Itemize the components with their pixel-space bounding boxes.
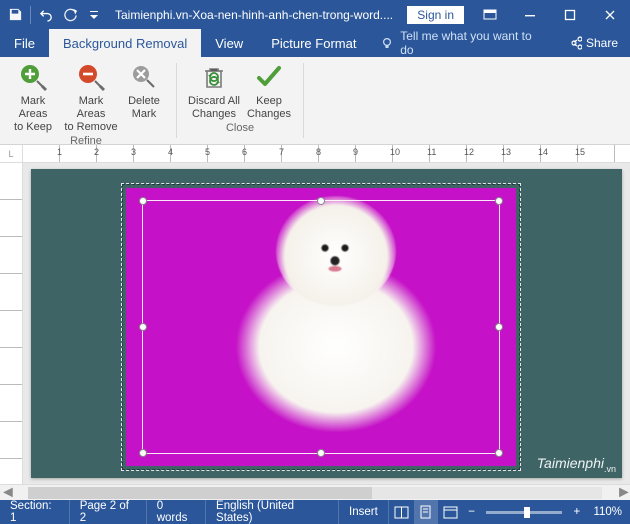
horizontal-scrollbar[interactable]: ◄ ►: [0, 484, 630, 500]
tell-me-search[interactable]: Tell me what you want to do: [370, 29, 556, 57]
tab-file[interactable]: File: [0, 29, 49, 57]
ribbon-display-options-icon[interactable]: [470, 0, 510, 29]
page: Taimienphi.vn: [31, 169, 622, 478]
resize-handle-s[interactable]: [317, 449, 325, 457]
ribbon-tabs: File Background Removal View Picture For…: [0, 29, 630, 57]
resize-handle-n[interactable]: [317, 197, 325, 205]
share-label: Share: [586, 36, 618, 50]
share-button[interactable]: Share: [556, 29, 630, 57]
mark-areas-keep-button[interactable]: Mark Areas to Keep: [4, 59, 62, 134]
ribbon-group-close: Discard All Changes Keep Changes Close: [181, 57, 299, 144]
save-icon[interactable]: [4, 4, 26, 26]
read-mode-icon[interactable]: [389, 500, 414, 524]
title-bar: Taimienphi.vn-Xoa-nen-hinh-anh-chen-tron…: [0, 0, 630, 29]
resize-handle-se[interactable]: [495, 449, 503, 457]
window-title: Taimienphi.vn-Xoa-nen-hinh-anh-chen-tron…: [109, 8, 401, 22]
resize-handle-ne[interactable]: [495, 197, 503, 205]
quick-access-toolbar: [0, 4, 109, 26]
maximize-icon[interactable]: [550, 0, 590, 29]
document-canvas[interactable]: Taimienphi.vn: [23, 163, 630, 484]
status-bar: Section: 1 Page 2 of 2 0 words English (…: [0, 500, 630, 524]
zoom-in-icon[interactable]: +: [568, 500, 585, 524]
scroll-right-icon[interactable]: ►: [616, 484, 630, 502]
tab-background-removal[interactable]: Background Removal: [49, 29, 201, 57]
zoom-slider[interactable]: [486, 511, 562, 514]
delete-mark-button[interactable]: Delete Mark: [120, 59, 168, 134]
minimize-icon[interactable]: [510, 0, 550, 29]
crop-marquee[interactable]: [142, 200, 500, 454]
print-layout-icon[interactable]: [414, 500, 439, 524]
status-section[interactable]: Section: 1: [0, 500, 70, 524]
resize-handle-nw[interactable]: [139, 197, 147, 205]
ruler-corner: L: [0, 145, 23, 162]
ruler-ticks: 123456789101112131415: [23, 145, 630, 162]
separator: [30, 6, 31, 24]
scrollbar-thumb[interactable]: [28, 487, 372, 499]
tab-picture-format[interactable]: Picture Format: [257, 29, 370, 57]
status-page[interactable]: Page 2 of 2: [70, 500, 147, 524]
zoom-out-icon[interactable]: −: [463, 500, 480, 524]
close-icon[interactable]: [590, 0, 630, 29]
resize-handle-sw[interactable]: [139, 449, 147, 457]
sign-in-button[interactable]: Sign in: [407, 6, 464, 24]
redo-icon[interactable]: [59, 4, 81, 26]
vertical-ruler[interactable]: [0, 163, 23, 484]
status-language[interactable]: English (United States): [206, 500, 339, 524]
undo-icon[interactable]: [35, 4, 57, 26]
keep-changes-button[interactable]: Keep Changes: [243, 59, 295, 121]
web-layout-icon[interactable]: [438, 500, 463, 524]
plus-circle-icon: [17, 61, 49, 93]
group-separator: [176, 63, 177, 138]
tab-view[interactable]: View: [201, 29, 257, 57]
lightbulb-icon: [380, 36, 394, 50]
mark-areas-remove-button[interactable]: Mark Areas to Remove: [62, 59, 120, 134]
resize-handle-e[interactable]: [495, 323, 503, 331]
discard-icon: [198, 61, 230, 93]
discard-all-changes-button[interactable]: Discard All Changes: [185, 59, 243, 121]
selected-picture[interactable]: [121, 183, 521, 471]
checkmark-icon: [253, 61, 285, 93]
resize-handle-w[interactable]: [139, 323, 147, 331]
work-area: Taimienphi.vn: [0, 163, 630, 484]
status-words[interactable]: 0 words: [147, 500, 206, 524]
ribbon: Mark Areas to Keep Mark Areas to Remove …: [0, 57, 630, 145]
delete-mark-icon: [128, 61, 160, 93]
share-icon: [568, 36, 582, 50]
ribbon-group-refine: Mark Areas to Keep Mark Areas to Remove …: [0, 57, 172, 144]
scroll-left-icon[interactable]: ◄: [0, 484, 14, 502]
horizontal-ruler[interactable]: L 123456789101112131415: [0, 145, 630, 163]
group-label-close: Close: [226, 121, 254, 136]
customize-qat-icon[interactable]: [83, 4, 105, 26]
zoom-level[interactable]: 110%: [585, 506, 630, 518]
tell-me-placeholder: Tell me what you want to do: [400, 29, 546, 57]
minus-circle-icon: [75, 61, 107, 93]
group-separator: [303, 63, 304, 138]
status-insert-mode[interactable]: Insert: [339, 500, 389, 524]
watermark: Taimienphi.vn: [537, 455, 616, 474]
